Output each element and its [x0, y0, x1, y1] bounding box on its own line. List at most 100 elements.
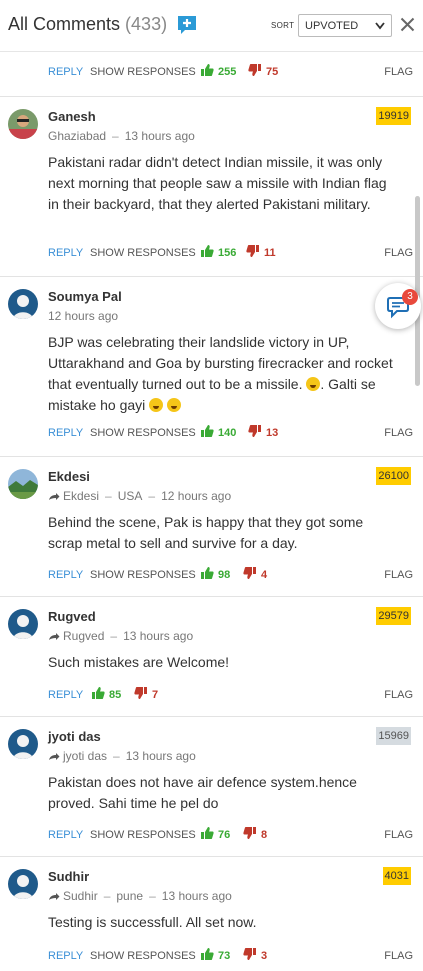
comment-shared-by: Rugved: [63, 629, 105, 643]
avatar[interactable]: [8, 469, 38, 499]
comment-shared-by: Ekdesi: [63, 489, 100, 503]
share-arrow-icon: [49, 633, 60, 640]
comment-text: Such mistakes are Welcome!: [48, 654, 230, 670]
comment-time: 12 hours ago: [161, 489, 232, 503]
comment-time: 13 hours ago: [125, 749, 196, 763]
thumbs-up-icon: [201, 567, 214, 579]
show-responses-button[interactable]: SHOW RESPONSES: [90, 950, 196, 962]
upvote-count: 255: [218, 66, 237, 78]
comment-author[interactable]: Soumya Pal: [48, 289, 122, 304]
downvote-button[interactable]: 11: [246, 244, 276, 262]
comment-actions: REPLY SHOW RESPONSES 156 11 FLAG: [0, 243, 423, 263]
reply-button[interactable]: REPLY: [48, 829, 83, 841]
comment-shared-by: jyoti das: [63, 749, 108, 763]
downvote-button[interactable]: 3: [243, 947, 267, 965]
upvote-count: 73: [218, 950, 231, 962]
comment-actions: REPLY SHOW RESPONSES 98 4 FLAG: [0, 565, 423, 585]
comment-item: Ganesh Ghaziabad –13 hours ago 19919 Paki…: [0, 96, 423, 276]
points-badge: 29579: [376, 607, 411, 625]
upvote-count: 76: [218, 829, 231, 841]
notification-button[interactable]: 3: [375, 283, 421, 329]
flag-button[interactable]: FLAG: [384, 569, 413, 581]
comments-header: All Comments (433) SORT UPVOTED: [0, 0, 423, 52]
downvote-button[interactable]: 4: [243, 566, 267, 584]
notification-badge: 3: [402, 289, 418, 305]
comment-actions: REPLY SHOW RESPONSES 255 75 FLAG: [0, 62, 423, 82]
thumbs-down-icon: [243, 827, 256, 839]
thumbs-up-icon: [201, 245, 214, 257]
downvote-count: 11: [264, 247, 276, 259]
comment-author[interactable]: Rugved: [48, 609, 96, 624]
reply-button[interactable]: REPLY: [48, 950, 83, 962]
avatar[interactable]: [8, 289, 38, 319]
upvote-count: 140: [218, 427, 237, 439]
reply-button[interactable]: REPLY: [48, 66, 83, 78]
comments-count: (433): [125, 14, 168, 34]
reply-button[interactable]: REPLY: [48, 427, 83, 439]
show-responses-button[interactable]: SHOW RESPONSES: [90, 569, 196, 581]
downvote-button[interactable]: 75: [248, 63, 278, 81]
comment-meta: Sudhir – pune –13 hours ago: [48, 889, 232, 903]
downvote-button[interactable]: 13: [248, 424, 278, 442]
default-avatar-icon: [8, 729, 38, 759]
flag-button[interactable]: FLAG: [384, 247, 413, 259]
reply-button[interactable]: REPLY: [48, 247, 83, 259]
comment-item: Ekdesi Ekdesi – USA –12 hours ago 26100 Beh…: [0, 456, 423, 596]
comment-item: Soumya Pal 12 hours ago BJP was celebrat…: [0, 276, 423, 456]
landscape-photo-icon: [8, 469, 38, 499]
sort-select[interactable]: UPVOTED: [298, 14, 392, 37]
comment-text: Testing is successfull. All set now.: [48, 914, 257, 930]
upvote-button[interactable]: 140: [200, 424, 236, 442]
comment-author[interactable]: Ganesh: [48, 109, 96, 124]
grinning-emoji-icon: [306, 377, 321, 391]
upvote-button[interactable]: 73: [200, 947, 230, 965]
show-responses-button[interactable]: SHOW RESPONSES: [90, 247, 196, 259]
close-icon[interactable]: [400, 17, 415, 32]
comments-title: All Comments (433): [8, 14, 167, 35]
comment-location: USA: [117, 489, 143, 503]
comment-meta: 12 hours ago: [48, 309, 118, 323]
show-responses-button[interactable]: SHOW RESPONSES: [90, 66, 196, 78]
upvote-count: 85: [109, 689, 122, 701]
default-avatar-icon: [8, 609, 38, 639]
show-responses-button[interactable]: SHOW RESPONSES: [90, 427, 196, 439]
comment-text: Pakistani radar didn't detect Indian mis…: [48, 154, 387, 212]
thumbs-down-icon: [246, 245, 259, 257]
avatar[interactable]: [8, 609, 38, 639]
avatar[interactable]: [8, 109, 38, 139]
thumbs-up-icon: [201, 64, 214, 76]
downvote-button[interactable]: 8: [243, 826, 267, 844]
upvote-button[interactable]: 85: [91, 686, 121, 704]
comment-author[interactable]: Sudhir: [48, 869, 89, 884]
upvote-button[interactable]: 255: [200, 63, 236, 81]
share-arrow-icon: [49, 753, 60, 760]
downvote-count: 7: [152, 689, 159, 701]
flag-button[interactable]: FLAG: [384, 66, 413, 78]
downvote-button[interactable]: 7: [134, 686, 158, 704]
comment-time: 13 hours ago: [123, 629, 194, 643]
comment-author[interactable]: jyoti das: [48, 729, 101, 744]
comment-actions: REPLY 85 7 FLAG: [0, 685, 423, 705]
reply-button[interactable]: REPLY: [48, 569, 83, 581]
comment-author[interactable]: Ekdesi: [48, 469, 90, 484]
reply-button[interactable]: REPLY: [48, 689, 83, 701]
add-comment-icon[interactable]: [176, 14, 198, 36]
comment-text: Pakistan does not have air defence syste…: [48, 774, 357, 811]
upvote-button[interactable]: 98: [200, 566, 230, 584]
flag-button[interactable]: FLAG: [384, 950, 413, 962]
chevron-down-icon: [375, 22, 385, 30]
upvote-button[interactable]: 76: [200, 826, 230, 844]
comment-text: Behind the scene, Pak is happy that they…: [48, 514, 364, 551]
points-badge: 15969: [376, 727, 411, 745]
avatar[interactable]: [8, 729, 38, 759]
flag-button[interactable]: FLAG: [384, 689, 413, 701]
comment-text: BJP was celebrating their landslide vict…: [48, 334, 393, 413]
comment-time: 13 hours ago: [161, 889, 232, 903]
flag-button[interactable]: FLAG: [384, 427, 413, 439]
flag-button[interactable]: FLAG: [384, 829, 413, 841]
avatar[interactable]: [8, 869, 38, 899]
comment-location: Ghaziabad: [48, 129, 107, 143]
upvote-button[interactable]: 156: [200, 244, 236, 262]
default-avatar-icon: [8, 289, 38, 319]
show-responses-button[interactable]: SHOW RESPONSES: [90, 829, 196, 841]
